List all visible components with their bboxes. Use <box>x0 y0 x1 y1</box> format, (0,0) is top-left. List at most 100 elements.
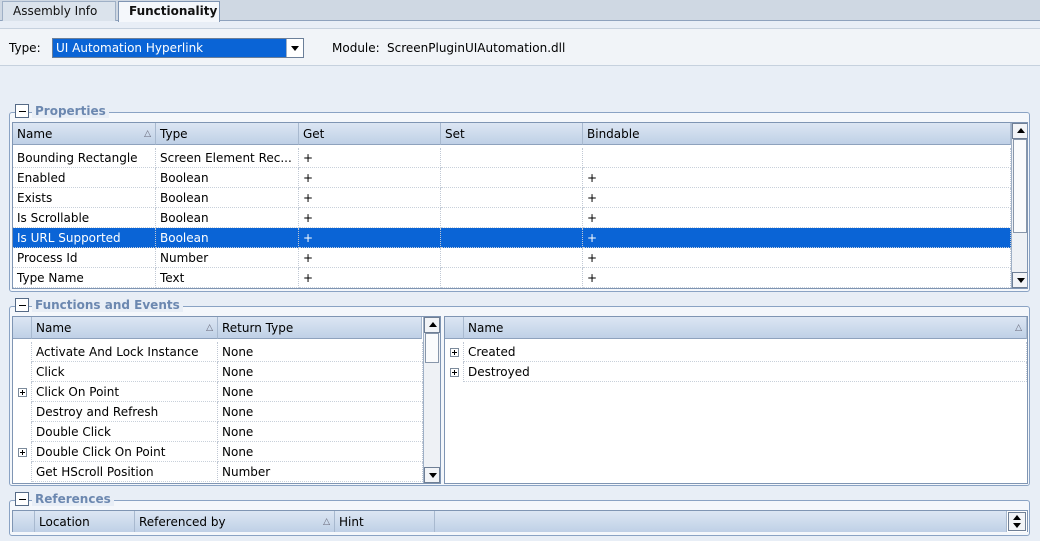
scroll-thumb[interactable] <box>425 333 439 363</box>
properties-cell-name: Bounding Rectangle <box>13 148 156 168</box>
properties-cell-set <box>441 248 583 268</box>
properties-cell-set <box>441 148 583 168</box>
table-row[interactable]: Exists Boolean + + <box>13 188 1011 208</box>
row-expander-cell <box>13 342 32 362</box>
function-return-type: None <box>218 402 423 422</box>
table-row[interactable]: Click None <box>13 362 423 382</box>
event-name: Created <box>464 342 1027 362</box>
list-item[interactable]: Created <box>445 342 1027 362</box>
properties-cell-bindable: + <box>583 248 1011 268</box>
scroll-down-icon[interactable] <box>424 467 440 483</box>
functions-vscroll[interactable] <box>423 317 440 483</box>
collapse-references-icon[interactable] <box>15 492 29 506</box>
expand-plus-icon[interactable] <box>18 388 27 397</box>
properties-col-type[interactable]: Type <box>156 123 299 145</box>
table-row[interactable]: Bounding Rectangle Screen Element Rec... + <box>13 148 1011 168</box>
row-expander-cell <box>13 362 32 382</box>
functions-col-name[interactable]: Name <box>32 317 218 339</box>
function-return-type: None <box>218 382 423 402</box>
scroll-down-icon[interactable] <box>1013 523 1021 528</box>
functions-events-title: Functions and Events <box>32 298 183 312</box>
collapse-properties-icon[interactable] <box>15 104 29 118</box>
properties-cell-get: + <box>299 148 441 168</box>
properties-cell-get: + <box>299 208 441 228</box>
table-row[interactable]: Is URL Supported Boolean + + <box>13 228 1011 248</box>
table-row[interactable]: Get HScroll Position Number <box>13 462 423 482</box>
references-spinner[interactable] <box>1008 512 1026 531</box>
row-expander-cell <box>13 422 32 442</box>
properties-cell-type: Boolean <box>156 168 299 188</box>
references-col-filler <box>435 511 1007 532</box>
properties-cell-name: Type Name <box>13 268 156 288</box>
properties-cell-get: + <box>299 168 441 188</box>
module-value: ScreenPluginUIAutomation.dll <box>387 41 566 55</box>
references-title: References <box>32 492 114 506</box>
references-col-location[interactable]: Location <box>35 511 135 532</box>
events-col-spacer <box>445 317 464 339</box>
properties-grid: Name Type Get Set Bindable Bounding Rect… <box>12 122 1028 289</box>
function-name: Click <box>32 362 218 382</box>
row-expander-cell <box>13 442 32 462</box>
function-return-type: Number <box>218 462 423 482</box>
table-row[interactable]: Click On Point None <box>13 382 423 402</box>
properties-cell-get: + <box>299 188 441 208</box>
table-row[interactable]: Destroy and Refresh None <box>13 402 423 422</box>
references-col-spacer <box>13 511 35 532</box>
function-name: Get HScroll Position <box>32 462 218 482</box>
function-name: Destroy and Refresh <box>32 402 218 422</box>
properties-cell-set <box>441 228 583 248</box>
tab-functionality[interactable]: Functionality <box>118 1 220 22</box>
events-grid: Name CreatedDestroyed <box>444 316 1028 484</box>
row-expander-cell <box>13 462 32 482</box>
scroll-up-icon[interactable] <box>424 317 440 333</box>
properties-cell-type: Text <box>156 268 299 288</box>
table-row[interactable]: Is Scrollable Boolean + + <box>13 208 1011 228</box>
module-label: Module: <box>332 41 380 55</box>
expand-plus-icon[interactable] <box>450 348 459 357</box>
properties-cell-bindable: + <box>583 208 1011 228</box>
properties-cell-get: + <box>299 268 441 288</box>
table-row[interactable]: Enabled Boolean + + <box>13 168 1011 188</box>
scroll-up-icon[interactable] <box>1013 515 1021 520</box>
properties-cell-type: Number <box>156 248 299 268</box>
properties-cell-name: Exists <box>13 188 156 208</box>
chevron-down-icon[interactable] <box>286 39 303 57</box>
function-name: Click On Point <box>32 382 218 402</box>
properties-vscroll[interactable] <box>1011 123 1027 288</box>
properties-col-set[interactable]: Set <box>441 123 583 145</box>
properties-cell-name: Enabled <box>13 168 156 188</box>
row-expander-cell <box>445 342 464 362</box>
properties-cell-set <box>441 208 583 228</box>
table-row[interactable]: Double Click None <box>13 422 423 442</box>
references-col-hint[interactable]: Hint <box>335 511 435 532</box>
scroll-down-icon[interactable] <box>1012 272 1027 288</box>
properties-cell-type: Screen Element Rec... <box>156 148 299 168</box>
list-item[interactable]: Destroyed <box>445 362 1027 382</box>
function-return-type: None <box>218 422 423 442</box>
properties-col-name[interactable]: Name <box>13 123 156 145</box>
properties-cell-bindable: + <box>583 168 1011 188</box>
row-expander-cell <box>13 382 32 402</box>
scroll-up-icon[interactable] <box>1012 123 1027 139</box>
function-return-type: None <box>218 342 423 362</box>
properties-cell-set <box>441 268 583 288</box>
table-row[interactable]: Type Name Text + + <box>13 268 1011 288</box>
tab-assembly-info[interactable]: Assembly Info <box>2 1 116 21</box>
type-dropdown[interactable]: UI Automation Hyperlink <box>52 38 304 58</box>
table-row[interactable]: Double Click On Point None <box>13 442 423 462</box>
collapse-functions-icon[interactable] <box>15 298 29 312</box>
properties-col-get[interactable]: Get <box>299 123 441 145</box>
references-col-referenced-by[interactable]: Referenced by <box>135 511 335 532</box>
properties-cell-get: + <box>299 228 441 248</box>
expand-plus-icon[interactable] <box>450 368 459 377</box>
table-row[interactable]: Activate And Lock Instance None <box>13 342 423 362</box>
events-col-name[interactable]: Name <box>464 317 1027 339</box>
scroll-thumb[interactable] <box>1013 139 1027 233</box>
function-name: Activate And Lock Instance <box>32 342 218 362</box>
table-row[interactable]: Process Id Number + + <box>13 248 1011 268</box>
properties-col-bindable[interactable]: Bindable <box>583 123 1011 145</box>
type-label: Type: <box>9 41 41 55</box>
functions-col-return[interactable]: Return Type <box>218 317 422 339</box>
function-return-type: None <box>218 362 423 382</box>
expand-plus-icon[interactable] <box>18 448 27 457</box>
